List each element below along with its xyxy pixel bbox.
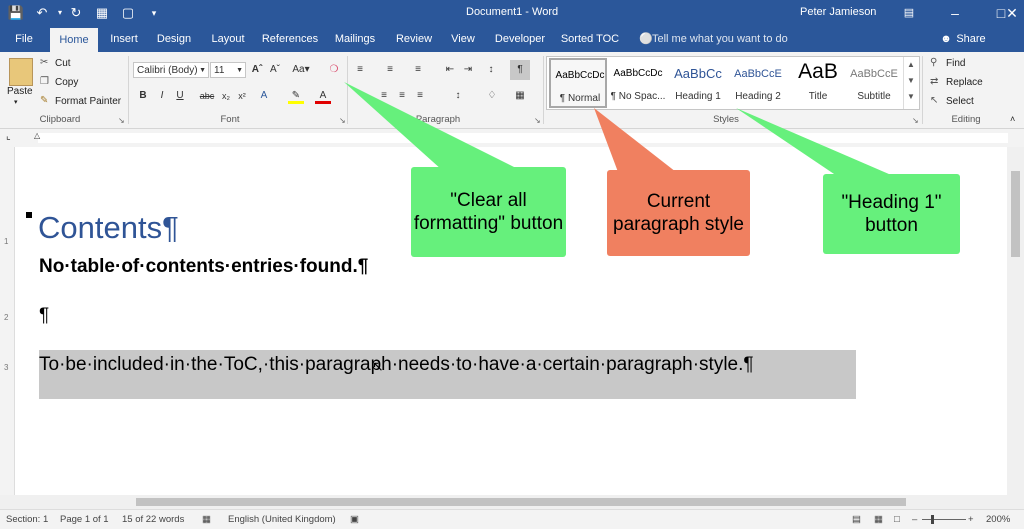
callout-arrows <box>344 82 898 178</box>
word-count[interactable]: 15 of 22 words <box>122 514 184 525</box>
status-bar: Section: 1 Page 1 of 1 15 of 22 words ▦ … <box>0 509 1024 529</box>
read-mode-icon[interactable]: ▤ <box>852 514 861 525</box>
zoom-level[interactable]: 200% <box>986 514 1010 525</box>
proofing-icon[interactable]: ▦ <box>202 514 211 525</box>
current-style-arrow <box>594 108 676 172</box>
heading1-callout: "Heading 1" button <box>823 174 960 254</box>
zoom-out-icon[interactable]: – <box>912 514 917 525</box>
clear-formatting-callout: "Clear all formatting" button <box>411 167 566 257</box>
macro-record-icon[interactable]: ▣ <box>350 514 359 525</box>
current-style-callout: Current paragraph style <box>607 170 750 256</box>
zoom-slider[interactable] <box>922 519 966 520</box>
clear-formatting-arrow <box>344 82 520 170</box>
page-indicator[interactable]: Page 1 of 1 <box>60 514 109 525</box>
zoom-slider-thumb[interactable] <box>931 515 934 524</box>
print-layout-icon[interactable]: ▦ <box>874 514 883 525</box>
language-indicator[interactable]: English (United Kingdom) <box>228 514 336 525</box>
heading1-arrow <box>736 108 898 178</box>
zoom-in-icon[interactable]: + <box>968 514 974 525</box>
web-layout-icon[interactable]: □ <box>894 514 900 525</box>
section-indicator[interactable]: Section: 1 <box>6 514 48 525</box>
